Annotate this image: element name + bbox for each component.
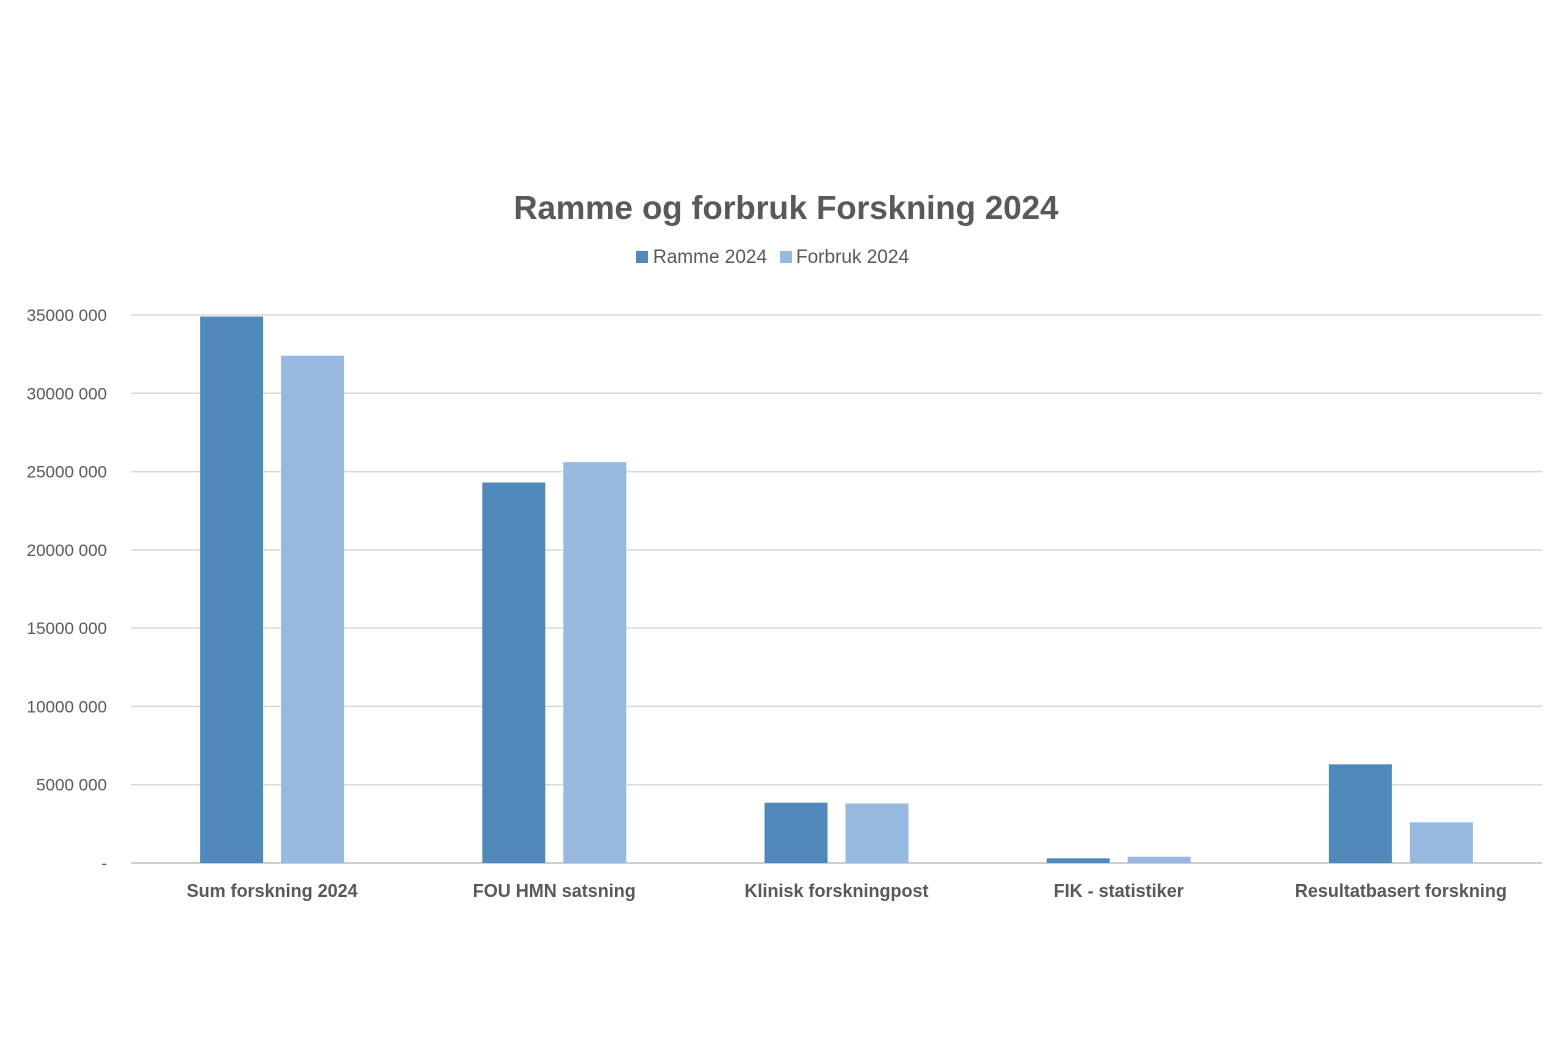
legend-label: Forbruk 2024 [796,247,909,268]
bar-ramme [764,802,828,863]
bar-ramme [482,482,546,863]
x-tick-label: Klinisk forskningpost [744,881,928,901]
chart-bars [200,316,1473,864]
bar-ramme [1328,764,1392,863]
y-tick-label: 30000 000 [27,384,107,403]
legend-label: Ramme 2024 [653,247,767,268]
bar-forbruk [563,462,627,863]
bar-chart: Ramme og forbruk Forskning 2024 Ramme 20… [27,189,1542,901]
y-tick-label: 35000 000 [27,306,107,325]
bar-ramme [200,316,264,864]
y-tick-label: - [101,854,107,873]
chart-title: Ramme og forbruk Forskning 2024 [514,189,1059,226]
y-tick-label: 20000 000 [27,541,107,560]
bar-forbruk [1409,822,1473,863]
x-tick-label: Resultatbasert forskning [1295,881,1507,901]
x-axis: Sum forskning 2024 FOU HMN satsning Klinis… [187,881,1507,901]
bar-forbruk [845,803,909,863]
legend-swatch [636,251,648,263]
chart-legend: Ramme 2024 Forbruk 2024 [636,247,909,268]
y-tick-label: 15000 000 [27,619,107,638]
legend-swatch [780,251,792,263]
x-tick-label: FIK - statistiker [1054,881,1184,901]
y-tick-label: 5000 000 [36,776,107,795]
y-tick-label: 25000 000 [27,463,107,482]
bar-forbruk [1127,856,1191,863]
bar-forbruk [281,355,345,863]
x-tick-label: FOU HMN satsning [473,881,636,901]
x-tick-label: Sum forskning 2024 [187,881,358,901]
bar-ramme [1046,858,1110,863]
y-tick-label: 10000 000 [27,697,107,716]
y-axis: - 5000 000 10000 000 15000 000 20000 000 2500… [27,306,107,873]
